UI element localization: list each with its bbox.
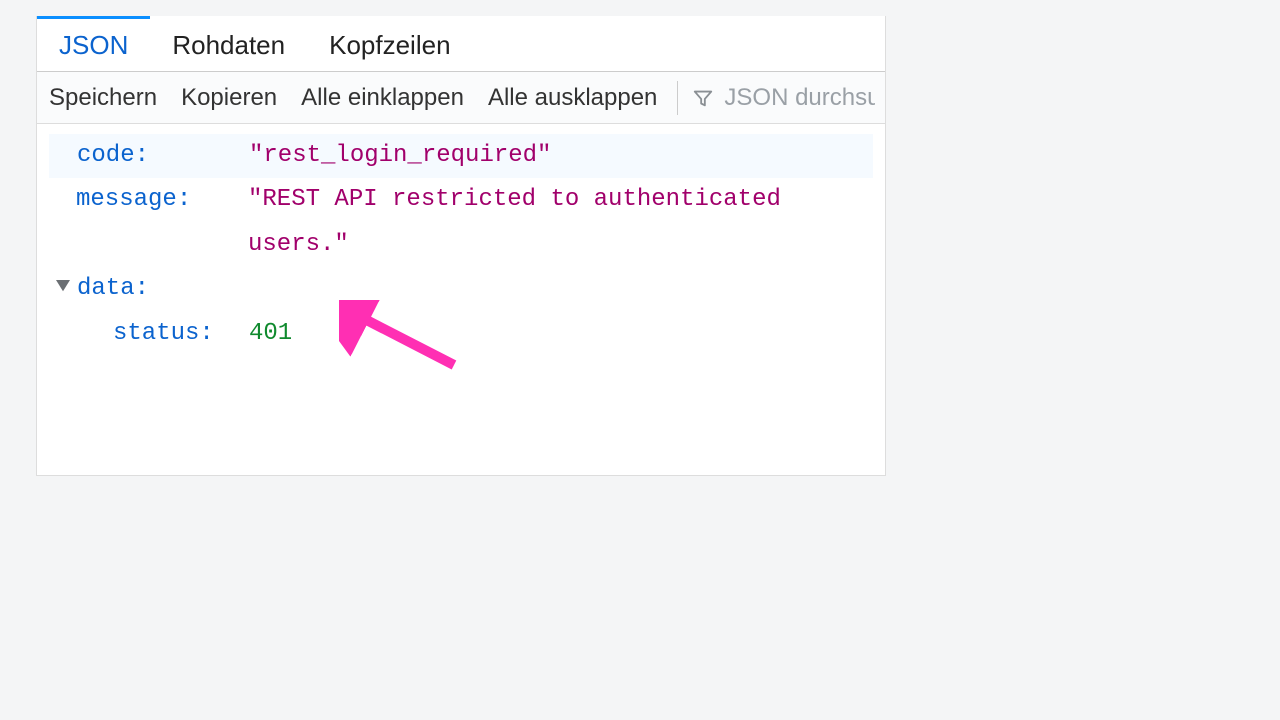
json-viewer-panel: JSON Rohdaten Kopfzeilen Speichern Kopie… — [36, 16, 886, 476]
json-row-status[interactable]: status: 401 — [49, 312, 873, 356]
search-wrap — [682, 84, 885, 112]
json-string-value: "REST API restricted to authenticated us… — [248, 178, 873, 267]
json-key: code: — [77, 134, 249, 178]
search-input[interactable] — [724, 84, 875, 112]
json-key: status: — [77, 312, 249, 356]
expand-caret-icon[interactable] — [49, 280, 77, 294]
expand-all-button[interactable]: Alle ausklappen — [476, 74, 669, 122]
json-key: message: — [76, 178, 248, 222]
toolbar-separator — [677, 81, 678, 115]
tab-headers[interactable]: Kopfzeilen — [307, 16, 472, 71]
collapse-all-button[interactable]: Alle einklappen — [289, 74, 476, 122]
json-row-data[interactable]: data: — [49, 267, 873, 311]
json-tree: code: "rest_login_required" message: "RE… — [37, 124, 885, 356]
tab-json[interactable]: JSON — [37, 16, 150, 71]
copy-button[interactable]: Kopieren — [169, 74, 289, 122]
json-key: data: — [77, 267, 149, 311]
toolbar: Speichern Kopieren Alle einklappen Alle … — [37, 72, 885, 124]
json-row-code[interactable]: code: "rest_login_required" — [49, 134, 873, 178]
filter-icon — [692, 87, 714, 109]
json-string-value: "rest_login_required" — [249, 134, 551, 178]
tab-bar: JSON Rohdaten Kopfzeilen — [37, 16, 885, 72]
save-button[interactable]: Speichern — [37, 74, 169, 122]
json-row-message[interactable]: message: "REST API restricted to authent… — [49, 178, 873, 267]
json-number-value: 401 — [249, 312, 292, 356]
tab-raw[interactable]: Rohdaten — [150, 16, 307, 71]
